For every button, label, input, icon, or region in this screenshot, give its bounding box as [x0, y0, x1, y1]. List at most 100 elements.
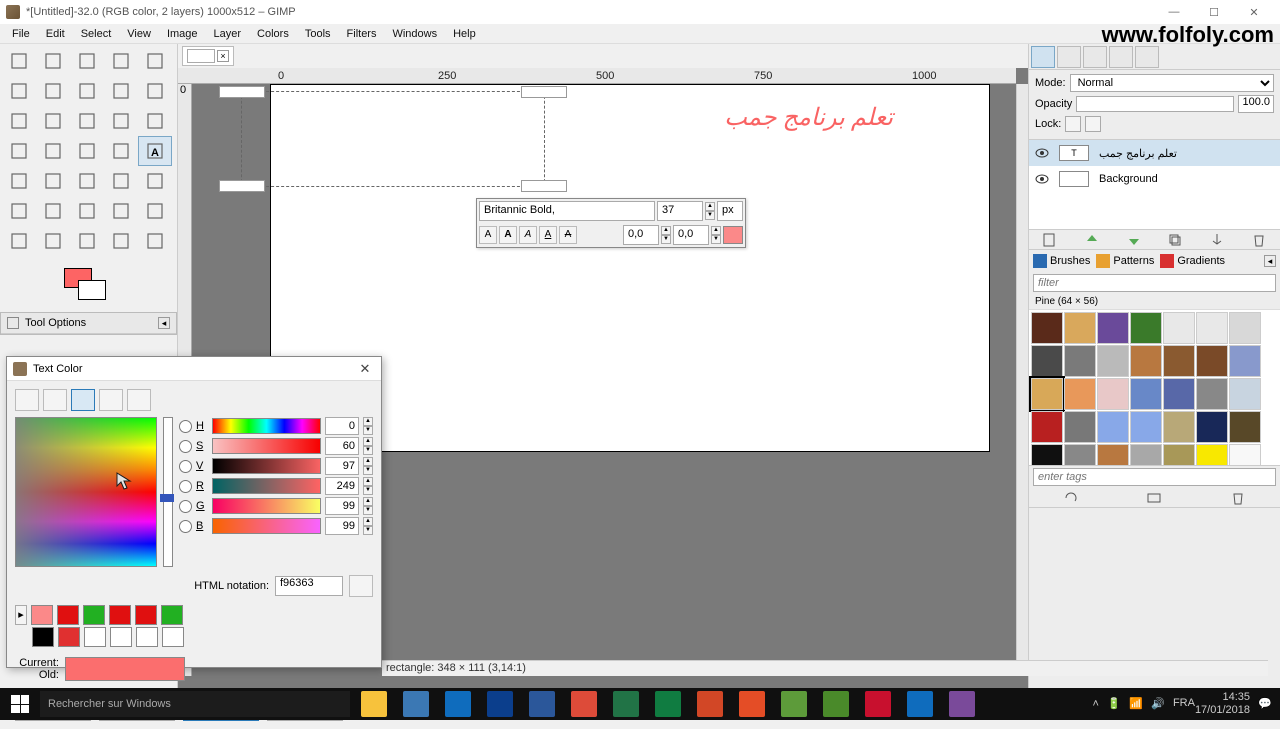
minimize-button[interactable]: — [1154, 1, 1194, 23]
tray-chevron-icon[interactable]: ˄ [1093, 698, 1099, 710]
color-history-swatch[interactable] [32, 627, 54, 647]
volume-icon[interactable]: 🔊 [1151, 697, 1165, 711]
cage-tool-icon[interactable] [104, 136, 138, 166]
pattern-thumbnail[interactable] [1163, 378, 1195, 410]
menu-select[interactable]: Select [73, 26, 120, 42]
shear-tool-icon[interactable] [2, 136, 36, 166]
menu-filters[interactable]: Filters [339, 26, 385, 42]
layer-list[interactable]: Tتعلم برنامج جمبBackground [1029, 140, 1280, 230]
raise-layer-icon[interactable] [1084, 232, 1100, 248]
channel-B-value[interactable]: 99 [325, 517, 359, 535]
dialog-close-icon[interactable]: ✕ [355, 361, 375, 377]
font-size-field[interactable]: 37 [657, 201, 703, 221]
language-icon[interactable]: FRA [1173, 697, 1187, 711]
maximize-button[interactable]: ☐ [1194, 1, 1234, 23]
ink-tool-icon[interactable] [36, 196, 70, 226]
pattern-thumbnail[interactable] [1031, 378, 1063, 410]
color-picker-tool-icon[interactable] [104, 76, 138, 106]
picker-mode-palette-icon[interactable] [127, 389, 151, 411]
opacity-slider[interactable] [1076, 96, 1234, 112]
rotate-tool-icon[interactable] [104, 106, 138, 136]
move-tool-icon[interactable] [36, 106, 70, 136]
taskbar-app-icon[interactable] [606, 688, 646, 720]
pattern-thumbnail[interactable] [1196, 378, 1228, 410]
delete-layer-icon[interactable] [1251, 232, 1267, 248]
measure-tool-icon[interactable] [2, 106, 36, 136]
wifi-icon[interactable]: 📶 [1129, 697, 1143, 711]
scale-tool-icon[interactable] [138, 106, 172, 136]
strike-button[interactable]: A [559, 226, 577, 244]
text-color-dialog[interactable]: Text Color ✕ H0▲▼S60▲▼V97▲▼R249▲▼G99▲▼B9… [6, 356, 382, 668]
tab-close-icon[interactable]: × [217, 50, 229, 62]
taskbar-app-icon[interactable] [396, 688, 436, 720]
color-field[interactable] [15, 417, 157, 567]
blend-tool-icon[interactable] [36, 166, 70, 196]
start-button[interactable] [0, 688, 40, 720]
color-history-swatch[interactable] [58, 627, 80, 647]
channel-S-spinner[interactable]: ▲▼ [363, 437, 373, 455]
dodge-tool-icon[interactable] [70, 226, 104, 256]
menu-windows[interactable]: Windows [384, 26, 445, 42]
pattern-thumbnail[interactable] [1163, 444, 1195, 466]
channel-B-slider[interactable] [212, 518, 321, 534]
fuzzy-select-tool-icon[interactable] [104, 46, 138, 76]
font-unit-field[interactable]: px [717, 201, 743, 221]
smudge-tool-icon[interactable] [36, 226, 70, 256]
text-layer-content[interactable]: تعلم برنامج جمب [724, 103, 893, 132]
crop-tool-icon[interactable] [104, 226, 138, 256]
color-history-swatch[interactable] [57, 605, 79, 625]
pattern-thumbnail[interactable] [1229, 312, 1261, 344]
pattern-thumbnail[interactable] [1031, 411, 1063, 443]
menu-file[interactable]: File [4, 26, 38, 42]
pattern-grid[interactable] [1029, 310, 1280, 466]
baseline-field[interactable]: 0,0 [673, 225, 709, 245]
taskbar-app-icon[interactable] [480, 688, 520, 720]
taskbar-app-icon[interactable] [774, 688, 814, 720]
pattern-thumbnail[interactable] [1064, 411, 1096, 443]
foreground-select-tool-icon[interactable] [36, 76, 70, 106]
align-tool-icon[interactable] [70, 106, 104, 136]
panel-menu-icon[interactable]: ◂ [1264, 255, 1276, 267]
pattern-thumbnail[interactable] [1031, 312, 1063, 344]
undo-tab[interactable] [1109, 46, 1133, 68]
eraser-tool-icon[interactable] [138, 166, 172, 196]
scissors-tool-icon[interactable] [2, 76, 36, 106]
duplicate-layer-icon[interactable] [1167, 232, 1183, 248]
eyedropper-icon[interactable] [349, 575, 373, 597]
color-history-swatch[interactable] [135, 605, 157, 625]
color-history-swatch[interactable] [31, 605, 53, 625]
value-bar[interactable] [163, 417, 173, 567]
channel-G-radio[interactable] [179, 500, 192, 513]
vertical-scrollbar[interactable] [1016, 84, 1028, 674]
channel-H-slider[interactable] [212, 418, 321, 434]
pattern-thumbnail[interactable] [1196, 444, 1228, 466]
menu-colors[interactable]: Colors [249, 26, 297, 42]
lock-pixels-icon[interactable] [1065, 116, 1081, 132]
pattern-thumbnail[interactable] [1196, 411, 1228, 443]
taskbar-app-icon[interactable] [354, 688, 394, 720]
taskbar-app-icon[interactable] [522, 688, 562, 720]
text-handle[interactable] [219, 180, 265, 192]
taskbar-app-icon[interactable] [564, 688, 604, 720]
channel-V-spinner[interactable]: ▲▼ [363, 457, 373, 475]
taskbar-app-icon[interactable] [690, 688, 730, 720]
taskbar-app-icon[interactable] [648, 688, 688, 720]
channels-tab[interactable] [1057, 46, 1081, 68]
pattern-thumbnail[interactable] [1163, 345, 1195, 377]
layer-name[interactable]: تعلم برنامج جمب [1099, 147, 1177, 160]
paths-tool-icon[interactable] [70, 76, 104, 106]
paths-tab[interactable] [1083, 46, 1107, 68]
patterns-tab[interactable]: Patterns [1096, 254, 1154, 268]
flip-tool-icon[interactable] [70, 136, 104, 166]
free-select-tool-icon[interactable] [70, 46, 104, 76]
text-tool-icon[interactable]: A [138, 136, 172, 166]
text-layer-frame[interactable] [241, 91, 545, 187]
perspective-clone-tool-icon[interactable] [138, 196, 172, 226]
color-history-swatch[interactable] [161, 605, 183, 625]
pattern-tags-input[interactable] [1033, 468, 1276, 486]
menu-tools[interactable]: Tools [297, 26, 339, 42]
text-color-swatch[interactable] [723, 226, 743, 244]
kerning-spinner[interactable]: ▲▼ [661, 226, 671, 244]
taskbar-app-icon[interactable] [732, 688, 772, 720]
channel-R-value[interactable]: 249 [325, 477, 359, 495]
